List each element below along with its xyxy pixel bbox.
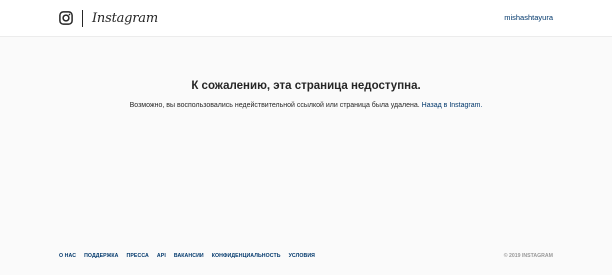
error-message: Возможно, вы воспользовались недействите… (0, 101, 612, 111)
footer: О НАС ПОДДЕРЖКА ПРЕССА API ВАКАНСИИ КОНФ… (59, 251, 553, 261)
footer-link-about[interactable]: О НАС (59, 251, 76, 261)
footer-link-privacy[interactable]: КОНФИДЕНЦИАЛЬНОСТЬ (212, 251, 281, 261)
profile-username-link[interactable]: mishashtayura (504, 12, 553, 24)
footer-link-press[interactable]: ПРЕССА (127, 251, 149, 261)
footer-link-api[interactable]: API (157, 251, 166, 261)
footer-link-help[interactable]: ПОДДЕРЖКА (84, 251, 118, 261)
logo-divider (82, 10, 83, 27)
copyright-notice: © 2019 INSTAGRAM (503, 253, 553, 259)
footer-nav: О НАС ПОДДЕРЖКА ПРЕССА API ВАКАНСИИ КОНФ… (59, 251, 315, 261)
footer-link-jobs[interactable]: ВАКАНСИИ (174, 251, 204, 261)
instagram-camera-icon[interactable] (59, 11, 73, 25)
error-message-text: Возможно, вы воспользовались недействите… (129, 102, 422, 109)
instagram-wordmark-logo[interactable]: Instagram (92, 10, 158, 27)
back-to-instagram-link[interactable]: Назад в Instagram. (422, 102, 483, 109)
footer-link-terms[interactable]: УСЛОВИЯ (289, 251, 315, 261)
error-title: К сожалению, эта страница недоступна. (191, 80, 421, 92)
page: Instagram mishashtayura К сожалению, эта… (0, 0, 612, 275)
top-navigation-bar: Instagram mishashtayura (0, 0, 612, 37)
